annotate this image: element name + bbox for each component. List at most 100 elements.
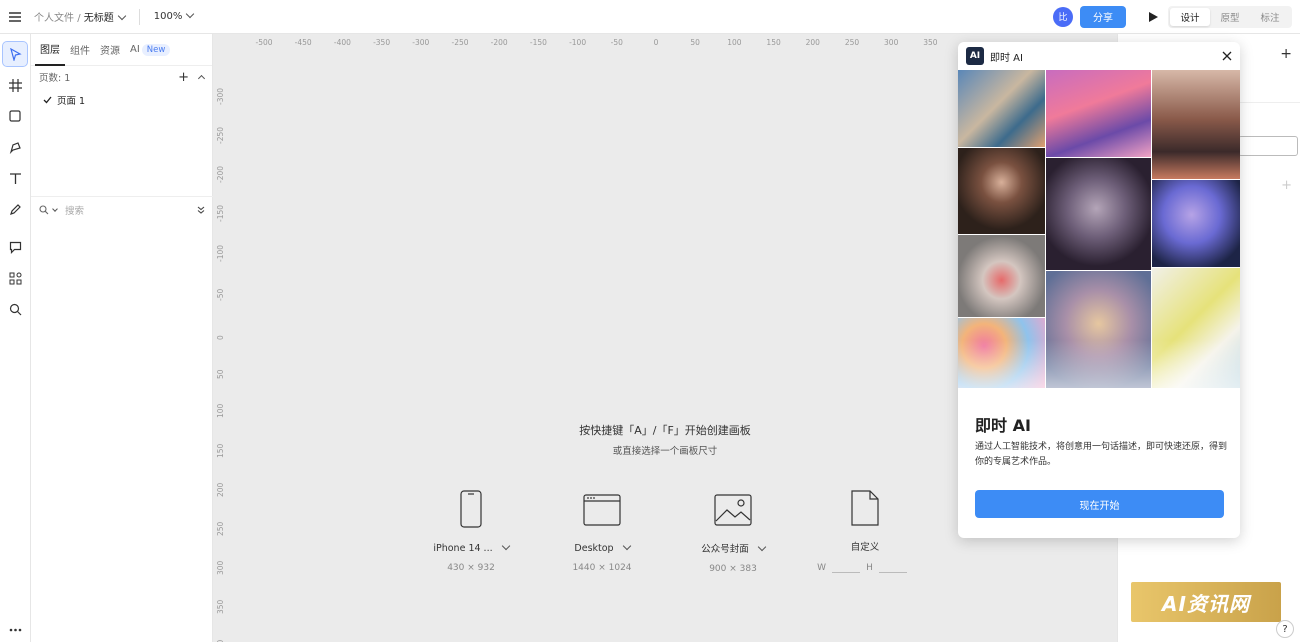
share-button[interactable]: 分享: [1080, 5, 1126, 28]
ruler-tick-label: -50: [216, 288, 225, 301]
tab-annotate[interactable]: 标注: [1250, 8, 1290, 26]
chevron-down-icon[interactable]: [757, 542, 766, 552]
height-label: H: [866, 563, 873, 573]
avatar[interactable]: 比: [1053, 6, 1073, 27]
ruler-tick-label: -100: [569, 38, 587, 47]
check-icon: [43, 96, 52, 104]
layer-search[interactable]: 搜索: [31, 196, 213, 222]
pencil-tool-icon[interactable]: [3, 197, 27, 221]
tab-prototype[interactable]: 原型: [1210, 8, 1250, 26]
ruler-tick-label: -250: [216, 126, 225, 144]
width-input[interactable]: [832, 563, 861, 573]
ruler-tick-label: -350: [373, 38, 391, 47]
add-icon[interactable]: +: [1280, 46, 1292, 62]
preset-desktop[interactable]: Desktop 1440 × 1024: [542, 494, 662, 573]
collapse-icon[interactable]: [197, 74, 206, 83]
preset-custom[interactable]: 自定义 W H: [805, 490, 925, 573]
zoom-select[interactable]: 100%: [153, 9, 195, 22]
preset-label: Desktop: [574, 543, 614, 554]
search-tool-icon[interactable]: [3, 297, 27, 321]
preset-wechat-cover[interactable]: 公众号封面 900 × 383: [673, 494, 793, 574]
custom-size-inputs: W H: [805, 563, 925, 573]
layers-panel: 图层 组件 资源 AI New 页数: 1 + 页面 1 搜索: [31, 34, 213, 642]
gallery-image: [1046, 70, 1151, 157]
ruler-tick-label: -450: [294, 38, 312, 47]
chevron-down-icon[interactable]: [501, 541, 510, 551]
add-page-icon[interactable]: +: [178, 70, 189, 85]
ruler-tick-label: 250: [844, 38, 860, 47]
gallery-image: [958, 235, 1045, 317]
pages-header: 页数: 1 +: [31, 66, 212, 88]
ruler-tick-label: -100: [216, 244, 225, 262]
tool-bar: [0, 34, 31, 642]
file-icon: [851, 490, 879, 526]
tab-ai[interactable]: AI New: [125, 34, 175, 66]
popup-heading: 即时 AI: [975, 416, 1031, 435]
property-input[interactable]: [1238, 136, 1298, 156]
ruler-tick-label: 250: [216, 521, 225, 536]
ruler-tick-label: -300: [216, 87, 225, 105]
text-tool-icon[interactable]: [3, 166, 27, 190]
file-name[interactable]: 无标题: [84, 13, 114, 24]
comment-tool-icon[interactable]: [3, 235, 27, 259]
ruler-tick-label: -300: [412, 38, 430, 47]
preset-label: iPhone 14 ...: [433, 543, 493, 554]
search-input[interactable]: 搜索: [65, 203, 84, 217]
pages-count: 页数: 1: [39, 73, 71, 84]
tab-layers[interactable]: 图层: [35, 34, 65, 66]
width-label: W: [817, 563, 827, 573]
phone-icon: [460, 490, 482, 528]
ruler-tick-label: -500: [255, 38, 273, 47]
close-icon[interactable]: [1222, 51, 1232, 61]
pen-tool-icon[interactable]: [3, 135, 27, 159]
gallery-image: [1046, 158, 1151, 270]
tab-components[interactable]: 组件: [65, 34, 95, 66]
tab-assets[interactable]: 资源: [95, 34, 125, 66]
desktop-icon: [583, 494, 621, 526]
mode-switcher: 设计 原型 标注: [1168, 5, 1292, 28]
tab-design[interactable]: 设计: [1170, 7, 1210, 26]
chevron-down-icon[interactable]: [117, 11, 126, 21]
select-tool-icon[interactable]: [2, 41, 28, 67]
gallery-fade: [958, 340, 1240, 388]
preset-size: 1440 × 1024: [572, 563, 632, 573]
new-badge: New: [141, 43, 171, 56]
popup-description: 通过人工智能技术，将创意用一句话描述，即可快速还原，得到你的专属艺术作品。: [975, 442, 1228, 467]
breadcrumb-parent[interactable]: 个人文件: [34, 13, 74, 24]
play-icon[interactable]: [1138, 0, 1168, 34]
plugins-tool-icon[interactable]: [3, 266, 27, 290]
menu-icon[interactable]: [0, 0, 30, 34]
page-item[interactable]: 页面 1: [31, 88, 212, 112]
chevron-down-icon[interactable]: [622, 541, 631, 551]
ruler-tick-label: 200: [216, 482, 225, 497]
more-icon[interactable]: [3, 618, 27, 642]
add-icon[interactable]: +: [1281, 178, 1292, 193]
double-chevron-down-icon[interactable]: [197, 206, 205, 214]
gallery-image: [1152, 70, 1240, 179]
chevron-down-icon: [186, 9, 195, 19]
watermark-logo: AI资讯网: [1131, 582, 1281, 622]
chevron-down-icon: [52, 205, 58, 212]
frame-tool-icon[interactable]: [3, 73, 27, 97]
ruler-tick-label: 200: [805, 38, 820, 47]
ai-art-gallery: [958, 70, 1240, 388]
breadcrumb-separator: /: [77, 13, 81, 24]
ruler-tick-label: 350: [216, 600, 225, 615]
preset-size: 430 × 932: [447, 563, 495, 573]
tab-ai-label: AI: [130, 44, 140, 55]
start-now-button[interactable]: 现在开始: [975, 490, 1224, 518]
ai-popup: AI 即时 AI 即时 AI 通过人工智能技术，将创意用一句话描述，即可快速还原…: [958, 42, 1240, 538]
height-input[interactable]: [878, 563, 907, 573]
preset-label: 自定义: [850, 542, 880, 553]
popup-title: 即时 AI: [990, 52, 1023, 64]
help-button[interactable]: ?: [1276, 620, 1294, 638]
ruler-tick-label: -200: [216, 166, 225, 184]
ruler-tick-label: 350: [923, 38, 938, 47]
gallery-image: [958, 148, 1045, 234]
ruler-tick-label: -150: [216, 205, 225, 223]
ruler-tick-label: -150: [529, 38, 547, 47]
rectangle-tool-icon[interactable]: [3, 104, 27, 128]
ruler-tick-label: 0: [653, 38, 659, 47]
preset-iphone[interactable]: iPhone 14 ... 430 × 932: [411, 490, 531, 573]
zoom-value: 100%: [153, 11, 183, 22]
